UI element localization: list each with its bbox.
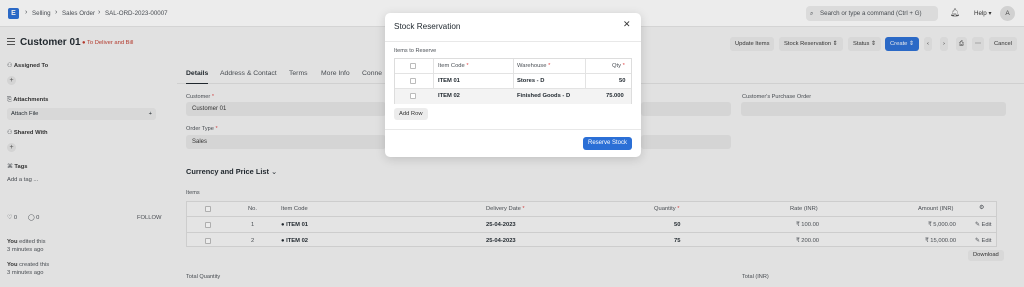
row-qty[interactable]: 50 [619,78,625,84]
divider [385,129,641,130]
col-qty: Qty * [612,63,625,69]
grid-row[interactable]: ITEM 02 Finished Goods - D 75.000 [395,89,631,104]
reserve-items-grid: Item Code * Warehouse * Qty * ITEM 01 St… [394,58,632,104]
stock-reservation-dialog: Stock Reservation ✕ Items to Reserve Ite… [385,13,641,157]
close-icon[interactable]: ✕ [623,19,631,30]
items-to-reserve-label: Items to Reserve [394,48,437,54]
reserve-stock-button[interactable]: Reserve Stock [583,137,633,150]
select-all-checkbox[interactable] [410,63,416,69]
row-warehouse[interactable]: Finished Goods - D [517,93,570,99]
row-checkbox[interactable] [410,78,416,84]
row-qty[interactable]: 75.000 [606,93,624,99]
grid-row[interactable]: ITEM 01 Stores - D 50 [395,74,631,89]
col-item-code: Item Code * [438,63,469,69]
row-item-code[interactable]: ITEM 02 [438,93,460,99]
row-checkbox[interactable] [410,93,416,99]
col-warehouse: Warehouse * [517,63,551,69]
dialog-title: Stock Reservation [394,22,461,31]
row-warehouse[interactable]: Stores - D [517,78,544,84]
add-row-button[interactable]: Add Row [394,108,428,120]
row-item-code[interactable]: ITEM 01 [438,78,460,84]
grid-header-row: Item Code * Warehouse * Qty * [395,59,631,74]
divider [385,41,641,42]
